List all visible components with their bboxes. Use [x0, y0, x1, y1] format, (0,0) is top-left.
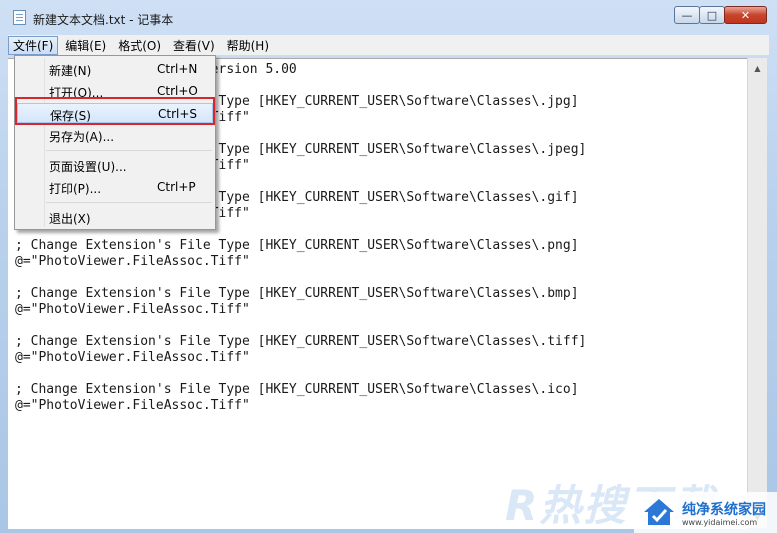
menu-item-shortcut: Ctrl+N [157, 62, 198, 76]
menu-bar: 文件(F) 编辑(E) 格式(O) 查看(V) 帮助(H) [8, 35, 769, 55]
maximize-button[interactable]: □ [699, 6, 725, 24]
menu-item-save-as[interactable]: 另存为(A)... [17, 125, 213, 145]
minimize-button[interactable]: — [674, 6, 700, 24]
menu-file[interactable]: 文件(F) [8, 35, 59, 55]
menu-item-print[interactable]: 打印(P)... Ctrl+P [17, 177, 213, 197]
menu-item-exit[interactable]: 退出(X) [17, 207, 213, 227]
vertical-scrollbar[interactable]: ▲ ▼ [747, 58, 767, 528]
menu-item-shortcut: Ctrl+P [157, 180, 196, 194]
menu-separator [46, 202, 212, 203]
menu-item-label: 退出(X) [49, 212, 91, 226]
notepad-icon[interactable] [13, 10, 26, 25]
menu-item-page-setup[interactable]: 页面设置(U)... [17, 155, 213, 175]
window-controls: — □ ✕ [674, 6, 767, 26]
menu-format[interactable]: 格式(O) [113, 36, 166, 55]
menu-help[interactable]: 帮助(H) [222, 36, 274, 55]
scroll-up-arrow-icon[interactable]: ▲ [748, 60, 767, 77]
menu-item-label: 页面设置(U)... [49, 160, 127, 174]
menu-item-shortcut: Ctrl+O [157, 84, 198, 98]
menu-view[interactable]: 查看(V) [168, 36, 220, 55]
menu-separator [46, 150, 212, 151]
site-logo-icon [644, 499, 674, 525]
menu-item-label: 新建(N) [49, 64, 92, 78]
menu-item-new[interactable]: 新建(N) Ctrl+N [17, 59, 213, 79]
site-badge: 纯净系统家园 www.yidaimei.com [634, 492, 777, 533]
site-url: www.yidaimei.com [682, 518, 758, 527]
menu-edit[interactable]: 编辑(E) [60, 36, 111, 55]
file-menu-dropdown: 新建(N) Ctrl+N 打开(O)... Ctrl+O 保存(S) Ctrl+… [14, 55, 216, 230]
menu-item-label: 打印(P)... [49, 182, 102, 196]
window-title: 新建文本文档.txt - 记事本 [33, 13, 174, 27]
menu-item-label: 另存为(A)... [49, 130, 115, 144]
title-bar[interactable]: 新建文本文档.txt - 记事本 — □ ✕ [0, 0, 777, 34]
close-button[interactable]: ✕ [724, 6, 767, 24]
site-name: 纯净系统家园 [682, 502, 766, 518]
save-highlight-annotation [15, 97, 215, 125]
